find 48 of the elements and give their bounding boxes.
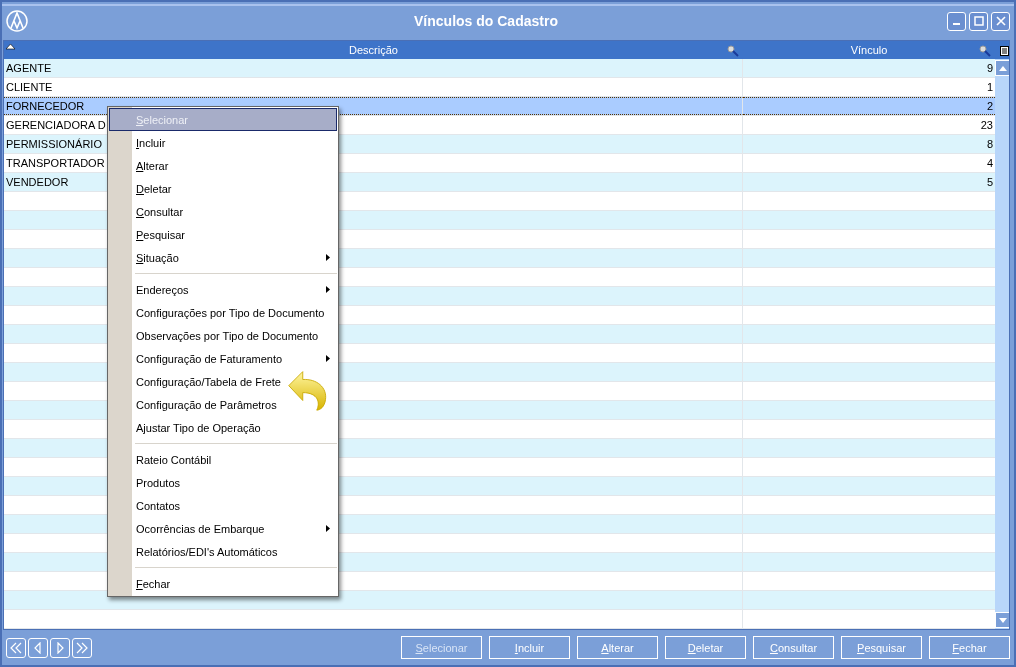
menu-item[interactable]: Observações por Tipo de Documento bbox=[109, 324, 338, 347]
menu-item[interactable]: Fechar bbox=[109, 572, 338, 595]
menu-item[interactable]: Relatórios/EDI's Automáticos bbox=[109, 540, 338, 563]
search-icon[interactable] bbox=[979, 45, 991, 57]
sort-icon[interactable] bbox=[6, 44, 15, 50]
double-chevron-icon bbox=[9, 641, 23, 654]
search-icon[interactable] bbox=[727, 45, 739, 57]
next-button[interactable] bbox=[50, 637, 70, 658]
scrollbar[interactable] bbox=[995, 59, 1009, 629]
menu-item[interactable]: Produtos bbox=[109, 471, 338, 494]
window-title: Vínculos do Cadastro bbox=[413, 13, 559, 29]
columns-icon[interactable] bbox=[999, 44, 1009, 56]
menu-item[interactable]: Contatos bbox=[109, 494, 338, 517]
logo-icon bbox=[6, 10, 28, 32]
menu-item[interactable]: Pesquisar bbox=[109, 223, 338, 246]
double-chevron-icon bbox=[75, 641, 89, 654]
menu-item[interactable]: Situação bbox=[109, 246, 338, 269]
up-triangle-icon bbox=[999, 65, 1007, 71]
scroll-down-button[interactable] bbox=[995, 612, 1009, 628]
maximize-button[interactable] bbox=[969, 11, 988, 31]
column-header[interactable]: Descrição bbox=[349, 44, 398, 56]
menu-item[interactable]: Configuração/Tabela de Frete bbox=[109, 370, 338, 393]
maximize-icon bbox=[973, 16, 984, 26]
submenu-arrow-icon bbox=[326, 254, 331, 261]
minimize-icon bbox=[953, 23, 960, 25]
menu-item[interactable]: Configuração de Parâmetros bbox=[109, 393, 338, 416]
submenu-arrow-icon bbox=[326, 525, 331, 532]
down-triangle-icon bbox=[999, 617, 1007, 623]
menu-item[interactable]: Configuração de Faturamento bbox=[109, 347, 338, 370]
menu-item[interactable]: Configurações por Tipo de Documento bbox=[109, 301, 338, 324]
curved-arrow-icon bbox=[287, 368, 329, 412]
minimize-button[interactable] bbox=[947, 11, 966, 31]
previous-button[interactable] bbox=[28, 637, 48, 658]
menu-item[interactable]: Ocorrências de Embarque bbox=[109, 517, 338, 540]
table-cell[interactable]: 2 bbox=[743, 97, 995, 115]
menu-item[interactable]: Rateio Contábil bbox=[109, 448, 338, 471]
menu-item[interactable]: Endereços bbox=[109, 278, 338, 301]
submenu-arrow-icon bbox=[326, 286, 331, 293]
close-button[interactable] bbox=[991, 11, 1010, 31]
menu-item[interactable]: Consultar bbox=[109, 200, 338, 223]
close-icon bbox=[995, 16, 1006, 26]
table-cell[interactable]: AGENTE bbox=[4, 59, 743, 77]
column-header[interactable]: Vínculo bbox=[850, 44, 888, 56]
submenu-arrow-icon bbox=[326, 355, 331, 362]
menu-item[interactable]: Ajustar Tipo de Operação bbox=[109, 416, 338, 439]
first-record-button[interactable] bbox=[6, 637, 26, 658]
table-cell[interactable]: CLIENTE bbox=[4, 78, 743, 96]
last-record-button[interactable] bbox=[72, 637, 92, 658]
